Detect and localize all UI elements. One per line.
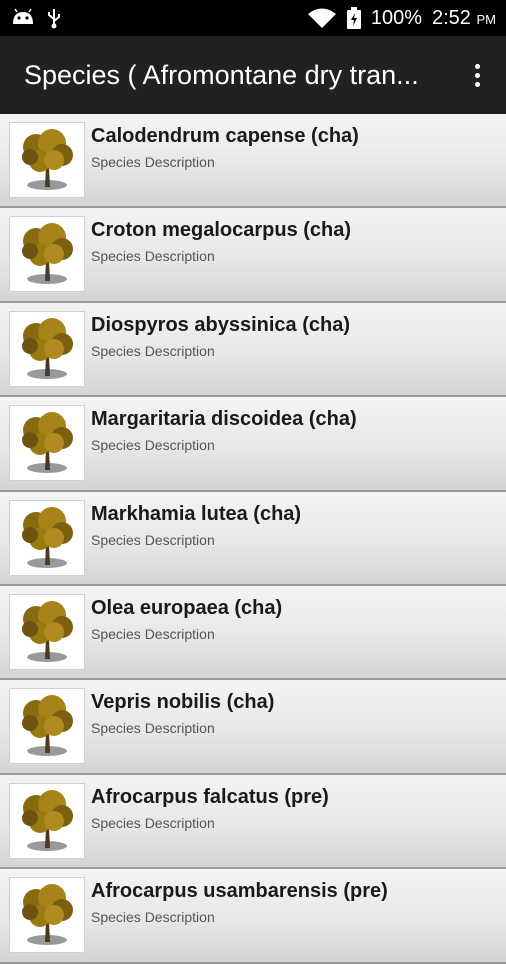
species-description: Species Description bbox=[91, 909, 215, 926]
species-name: Calodendrum capense (cha) bbox=[91, 125, 359, 147]
species-name: Margaritaria discoidea (cha) bbox=[91, 408, 357, 431]
list-item[interactable]: Markhamia lutea (cha) Species Descriptio… bbox=[0, 491, 506, 586]
page-title: Species ( Afromontane dry tran... bbox=[24, 59, 419, 90]
species-description: Species Description bbox=[91, 814, 215, 831]
species-name: Olea europaea (cha) bbox=[91, 596, 283, 619]
species-description: Species Description bbox=[91, 248, 215, 265]
list-item[interactable]: Margaritaria discoidea (cha) Species Des… bbox=[0, 397, 506, 492]
species-name: Diospyros abyssinica (cha) bbox=[91, 313, 350, 336]
list-item[interactable]: Croton megalocarpus (cha) Species Descri… bbox=[0, 208, 506, 303]
list-item[interactable]: Afrocarpus falcatus (pre) Species Descri… bbox=[0, 774, 506, 870]
battery-percent: 100% bbox=[370, 6, 422, 29]
species-name: Vepris nobilis (cha) bbox=[91, 691, 275, 714]
tree-icon bbox=[9, 499, 85, 576]
app-bar: Species ( Afromontane dry tran... bbox=[0, 36, 506, 114]
species-name: Croton megalocarpus (cha) bbox=[91, 219, 352, 242]
tree-icon bbox=[9, 122, 85, 198]
clock: 2:52 PM bbox=[432, 6, 496, 29]
list-item[interactable]: Vepris nobilis (cha) Species Description bbox=[0, 680, 506, 775]
usb-icon bbox=[46, 7, 62, 29]
tree-icon bbox=[9, 877, 85, 954]
tree-icon bbox=[9, 688, 85, 765]
species-description: Species Description bbox=[91, 342, 215, 359]
wifi-icon bbox=[307, 7, 337, 29]
overflow-menu-icon[interactable] bbox=[462, 55, 492, 95]
list-item[interactable]: Olea europaea (cha) Species Description bbox=[0, 585, 506, 681]
species-description: Species Description bbox=[91, 154, 215, 170]
android-icon bbox=[10, 8, 36, 28]
list-item[interactable]: Diospyros abyssinica (cha) Species Descr… bbox=[0, 302, 506, 398]
list-item[interactable]: Calodendrum capense (cha) Species Descri… bbox=[0, 114, 506, 209]
tree-icon bbox=[9, 593, 85, 670]
tree-icon bbox=[9, 216, 85, 293]
species-name: Markhamia lutea (cha) bbox=[91, 502, 302, 525]
species-description: Species Description bbox=[91, 720, 215, 737]
tree-icon bbox=[9, 310, 85, 387]
species-description: Species Description bbox=[91, 625, 215, 642]
battery-icon bbox=[346, 7, 361, 29]
status-bar: 100% 2:52 PM bbox=[0, 0, 506, 36]
species-list: Calodendrum capense (cha) Species Descri… bbox=[0, 114, 506, 964]
tree-icon bbox=[9, 782, 85, 859]
list-item[interactable]: Afrocarpus usambarensis (pre) Species De… bbox=[0, 869, 506, 964]
tree-icon bbox=[9, 405, 85, 482]
species-description: Species Description bbox=[91, 531, 215, 548]
species-description: Species Description bbox=[91, 437, 215, 454]
species-name: Afrocarpus falcatus (pre) bbox=[91, 785, 329, 808]
